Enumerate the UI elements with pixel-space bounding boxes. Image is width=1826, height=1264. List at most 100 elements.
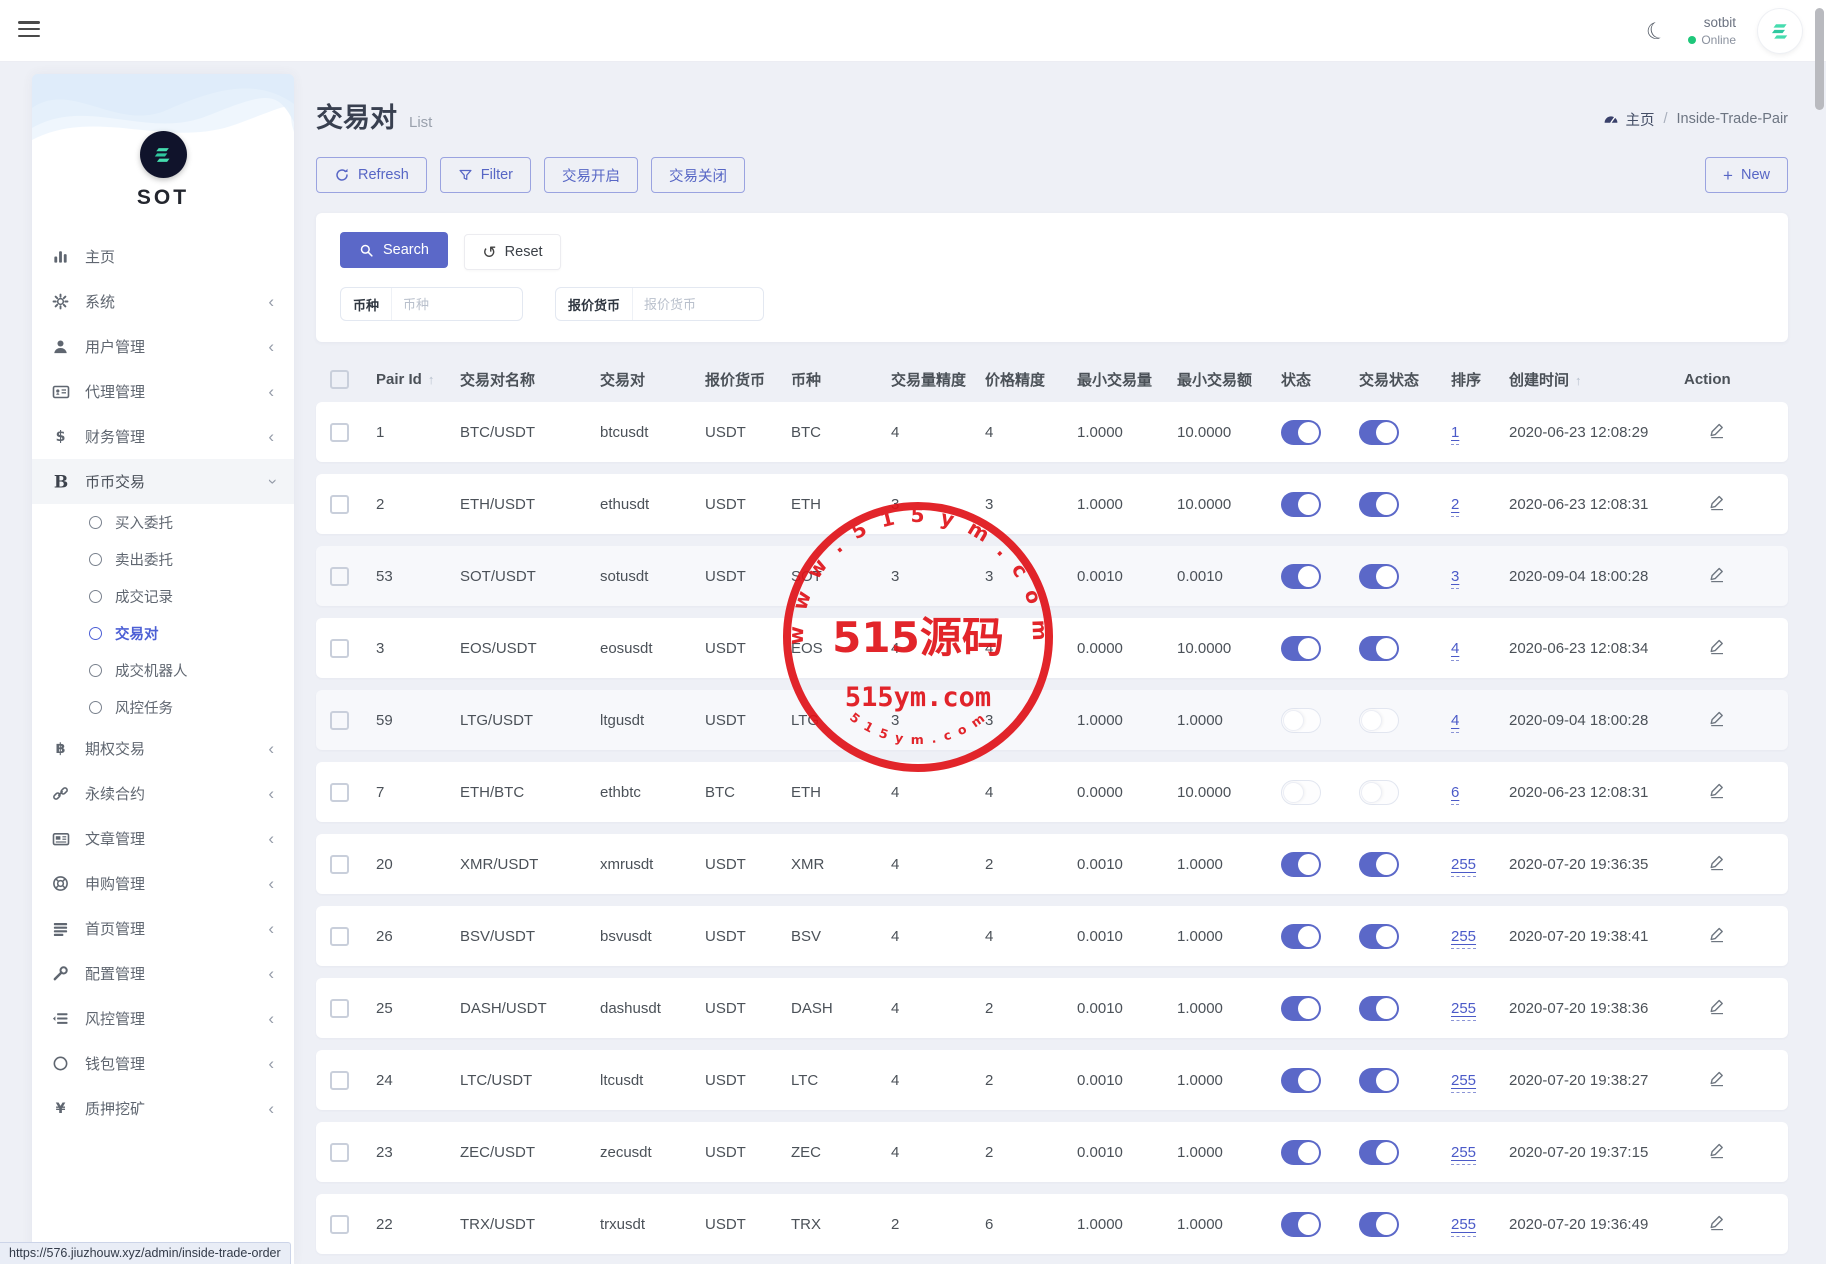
trade-status-toggle[interactable] <box>1359 636 1399 661</box>
row-checkbox[interactable] <box>330 639 349 658</box>
sidebar-subitem-2[interactable]: 成交记录 <box>32 578 294 615</box>
refresh-button[interactable]: Refresh <box>316 157 427 193</box>
sort-value-link[interactable]: 3 <box>1451 568 1459 589</box>
sort-value-link[interactable]: 255 <box>1451 1000 1476 1021</box>
trade-status-toggle[interactable] <box>1359 420 1399 445</box>
select-all-checkbox[interactable] <box>330 370 349 389</box>
sidebar-item-news[interactable]: 文章管理‹ <box>32 816 294 861</box>
status-toggle[interactable] <box>1281 420 1321 445</box>
hamburger-menu-icon[interactable] <box>18 21 40 39</box>
edit-action-button[interactable] <box>1708 1141 1726 1163</box>
edit-action-button[interactable] <box>1708 565 1726 587</box>
edit-action-button[interactable] <box>1708 637 1726 659</box>
sort-value-link[interactable]: 1 <box>1451 424 1459 445</box>
edit-action-button[interactable] <box>1708 781 1726 803</box>
sort-value-link[interactable]: 255 <box>1451 856 1476 877</box>
filter-button[interactable]: Filter <box>440 157 531 193</box>
trade-status-toggle[interactable] <box>1359 1212 1399 1237</box>
sort-value-link[interactable]: 4 <box>1451 640 1459 661</box>
sidebar-item-yen[interactable]: ¥质押挖矿‹ <box>32 1086 294 1131</box>
edit-action-button[interactable] <box>1708 493 1726 515</box>
row-checkbox[interactable] <box>330 1215 349 1234</box>
sidebar-item-chart[interactable]: 主页 <box>32 234 294 279</box>
user-info[interactable]: sotbit Online <box>1688 14 1736 48</box>
sort-value-link[interactable]: 255 <box>1451 1216 1476 1237</box>
sidebar-subitem-0[interactable]: 买入委托 <box>32 504 294 541</box>
sort-value-link[interactable]: 255 <box>1451 1144 1476 1165</box>
trade-status-toggle[interactable] <box>1359 492 1399 517</box>
edit-action-button[interactable] <box>1708 997 1726 1019</box>
sidebar-item-dollar[interactable]: $财务管理‹ <box>32 414 294 459</box>
edit-action-button[interactable] <box>1708 853 1726 875</box>
sidebar-subitem-5[interactable]: 风控任务 <box>32 689 294 726</box>
row-checkbox[interactable] <box>330 783 349 802</box>
edit-action-button[interactable] <box>1708 709 1726 731</box>
breadcrumb-home-link[interactable]: 主页 <box>1603 109 1654 130</box>
row-checkbox[interactable] <box>330 855 349 874</box>
row-checkbox[interactable] <box>330 1143 349 1162</box>
sidebar-item-bitcoin[interactable]: ฿期权交易‹ <box>32 726 294 771</box>
edit-action-button[interactable] <box>1708 1213 1726 1235</box>
row-checkbox[interactable] <box>330 1071 349 1090</box>
edit-action-button[interactable] <box>1708 925 1726 947</box>
sidebar-subitem-3[interactable]: 交易对 <box>32 615 294 652</box>
quote-currency-input[interactable] <box>633 288 763 320</box>
column-header-0[interactable]: Pair Id↑ <box>376 371 460 388</box>
trade-status-toggle[interactable] <box>1359 708 1399 733</box>
trade-status-toggle[interactable] <box>1359 780 1399 805</box>
trade-status-toggle[interactable] <box>1359 924 1399 949</box>
trade-status-toggle[interactable] <box>1359 852 1399 877</box>
status-toggle[interactable] <box>1281 708 1321 733</box>
sort-value-link[interactable]: 2 <box>1451 496 1459 517</box>
sidebar-subitem-4[interactable]: 成交机器人 <box>32 652 294 689</box>
row-checkbox[interactable] <box>330 423 349 442</box>
row-checkbox[interactable] <box>330 711 349 730</box>
sort-value-link[interactable]: 255 <box>1451 1072 1476 1093</box>
status-toggle[interactable] <box>1281 1212 1321 1237</box>
toolbar: Refresh Filter 交易开启 交易关闭 + New <box>316 157 1788 193</box>
column-header-12[interactable]: 创建时间↑ <box>1509 369 1684 390</box>
status-toggle[interactable] <box>1281 1140 1321 1165</box>
avatar[interactable] <box>1758 9 1802 53</box>
search-button[interactable]: Search <box>340 232 448 268</box>
sidebar-item-user[interactable]: 用户管理‹ <box>32 324 294 369</box>
row-checkbox[interactable] <box>330 495 349 514</box>
sidebar-item-chain[interactable]: 永续合约‹ <box>32 771 294 816</box>
sort-value-link[interactable]: 255 <box>1451 928 1476 949</box>
new-button[interactable]: + New <box>1705 157 1788 193</box>
trade-status-toggle[interactable] <box>1359 564 1399 589</box>
dark-mode-moon-icon[interactable]: ☾ <box>1643 17 1670 45</box>
sidebar-item-coinb[interactable]: B币币交易‹ <box>32 459 294 504</box>
sidebar-item-wrench[interactable]: 配置管理‹ <box>32 951 294 996</box>
sidebar-item-circle[interactable]: 钱包管理‹ <box>32 1041 294 1086</box>
sort-value-link[interactable]: 4 <box>1451 712 1459 733</box>
trade-close-button[interactable]: 交易关闭 <box>651 157 745 193</box>
status-toggle[interactable] <box>1281 1068 1321 1093</box>
status-toggle[interactable] <box>1281 564 1321 589</box>
sidebar-item-idcard[interactable]: 代理管理‹ <box>32 369 294 414</box>
edit-action-button[interactable] <box>1708 421 1726 443</box>
sidebar-subitem-1[interactable]: 卖出委托 <box>32 541 294 578</box>
sidebar-item-listind[interactable]: 风控管理‹ <box>32 996 294 1041</box>
row-checkbox[interactable] <box>330 567 349 586</box>
sidebar-item-lines[interactable]: 首页管理‹ <box>32 906 294 951</box>
status-toggle[interactable] <box>1281 852 1321 877</box>
base-currency-input[interactable] <box>392 288 522 320</box>
sort-value-link[interactable]: 6 <box>1451 784 1459 805</box>
status-toggle[interactable] <box>1281 636 1321 661</box>
edit-action-button[interactable] <box>1708 1069 1726 1091</box>
reset-button[interactable]: ↺ Reset <box>464 234 560 270</box>
status-toggle[interactable] <box>1281 924 1321 949</box>
sidebar-item-lifering[interactable]: 申购管理‹ <box>32 861 294 906</box>
row-checkbox[interactable] <box>330 999 349 1018</box>
trade-status-toggle[interactable] <box>1359 1068 1399 1093</box>
status-toggle[interactable] <box>1281 780 1321 805</box>
sidebar-item-gear[interactable]: 系统‹ <box>32 279 294 324</box>
trade-status-toggle[interactable] <box>1359 1140 1399 1165</box>
trade-open-button[interactable]: 交易开启 <box>544 157 638 193</box>
scrollbar-thumb[interactable] <box>1815 8 1824 110</box>
trade-status-toggle[interactable] <box>1359 996 1399 1021</box>
row-checkbox[interactable] <box>330 927 349 946</box>
status-toggle[interactable] <box>1281 492 1321 517</box>
status-toggle[interactable] <box>1281 996 1321 1021</box>
